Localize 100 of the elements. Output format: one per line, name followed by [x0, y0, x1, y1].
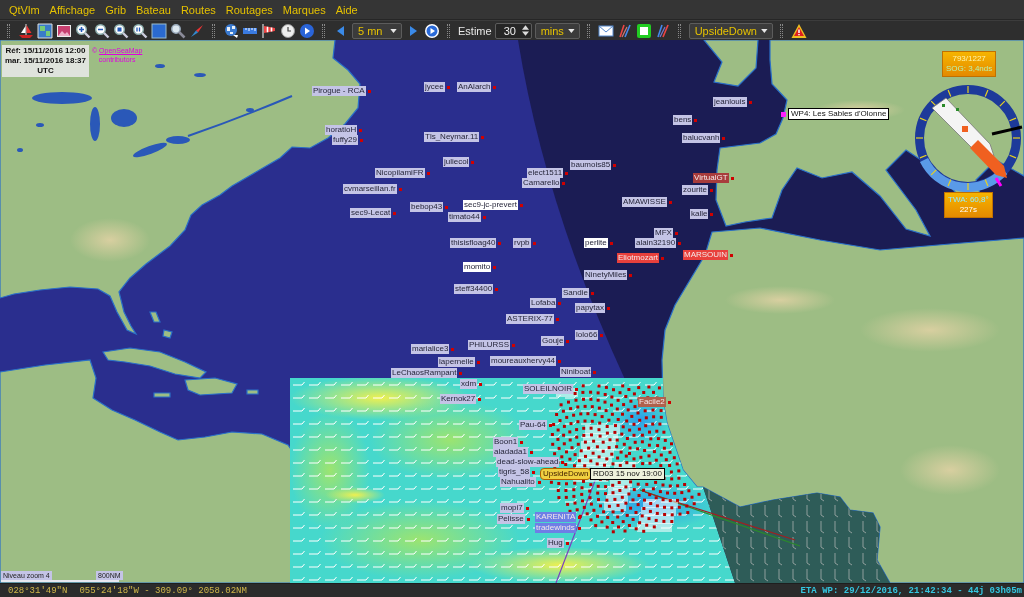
- boat-label: Tls_Neymar.11: [424, 132, 480, 142]
- boat-label: lapernelle: [438, 357, 475, 367]
- boat-label: SOLEILNOIR: [523, 384, 573, 394]
- waypoint-label: WP4: Les Sables d'Olonne: [788, 108, 890, 120]
- clock-icon[interactable]: [280, 22, 296, 39]
- warning-icon[interactable]: [790, 22, 807, 39]
- menu-item[interactable]: Routages: [220, 2, 278, 17]
- route-point-label: RD03 15 nov 19:00: [590, 468, 665, 480]
- picture-icon[interactable]: [56, 22, 72, 39]
- boat-label: mopi7: [500, 503, 524, 513]
- estime-label: Estime: [458, 24, 492, 37]
- boat-label: NinetyMiles: [584, 270, 628, 280]
- boat-label: jeanlouis: [713, 97, 747, 107]
- zoom-fit-icon[interactable]: [113, 22, 129, 39]
- unit-dropdown[interactable]: mins: [534, 22, 580, 39]
- boat-label: alain32190: [635, 238, 677, 248]
- panel-text: TWA: 60,8°: [948, 195, 989, 205]
- cursor-position-text: 055°24'18"W - 309.09° 2058.02NM: [79, 585, 247, 596]
- map-icon[interactable]: [37, 22, 53, 39]
- search-icon[interactable]: [170, 22, 186, 39]
- boat-label: Sandie: [562, 288, 589, 298]
- boat-label: steff34400: [454, 284, 494, 294]
- boat-label: tradewinds: [535, 523, 576, 533]
- boat-label: Kernok27: [440, 394, 477, 404]
- boat-label: NicopilamiFR: [375, 168, 425, 178]
- caret-icon: [390, 28, 397, 33]
- menu-item[interactable]: Grib: [100, 2, 131, 17]
- caret-icon: [761, 28, 768, 33]
- boat-label: MFX: [654, 228, 673, 238]
- spin-arrows-icon: [521, 25, 529, 36]
- wind-vane-icon[interactable]: [616, 22, 633, 39]
- boat-label: aladada1: [493, 447, 528, 457]
- boat-label: Gouje: [541, 336, 565, 346]
- latitude-text: 028°31'49"N: [8, 585, 68, 596]
- waypoint-icon: [781, 112, 786, 117]
- panel-text: 227s: [959, 205, 978, 215]
- boat-label: VirtualGT: [693, 173, 729, 183]
- boat-label: PHILURSS: [468, 340, 510, 350]
- boat-label: rvpb: [513, 238, 531, 248]
- play-icon[interactable]: [424, 22, 440, 39]
- boat-label: fuffy29: [332, 135, 358, 145]
- caret-icon: [567, 28, 575, 33]
- boat-dropdown[interactable]: UpsideDown: [688, 22, 773, 39]
- boat-label: moureauxhervy44: [490, 356, 557, 366]
- windsock-icon[interactable]: [261, 22, 277, 39]
- zoom-in-icon[interactable]: [75, 22, 91, 39]
- boat-label: AnAlarch: [457, 82, 492, 92]
- boat-label: bens: [673, 115, 693, 125]
- estime-spinbox[interactable]: 30: [494, 22, 532, 39]
- boat-label: Lofaba: [530, 298, 557, 308]
- date-text: UTC: [37, 66, 54, 76]
- boat-label: Pelisse: [497, 514, 525, 524]
- boat-label: kalle: [690, 209, 709, 219]
- play-circle-icon[interactable]: [299, 22, 315, 39]
- menu-item[interactable]: Aide: [330, 2, 363, 17]
- boat-label: AMAWISSE: [622, 197, 667, 207]
- boat-label: tigris_58: [498, 467, 531, 477]
- boat-label: horatioH: [325, 125, 358, 135]
- boat-label: elect1511: [527, 168, 564, 178]
- sailboat-icon[interactable]: [18, 22, 34, 39]
- menu-item[interactable]: Marques: [277, 2, 331, 17]
- boat-label: MARSOUIN: [683, 250, 729, 260]
- boat-label: bebop43: [410, 202, 444, 212]
- eta-text: ETA WP: 29/12/2016, 21:42:34 - 44j 03h05m: [800, 585, 1023, 596]
- boat-label: baumois85: [570, 160, 612, 170]
- wind-vane-icon[interactable]: [654, 22, 671, 39]
- date-text: mar. 15/11/2016 18:37: [5, 56, 86, 66]
- menu-item[interactable]: Routes: [175, 2, 221, 17]
- boat-label: juliecol: [443, 157, 470, 167]
- boat-label: timato44: [448, 212, 481, 222]
- menu-item[interactable]: QtVlm: [4, 2, 45, 17]
- menu-item[interactable]: Bateau: [131, 2, 176, 17]
- boat-label: Facile2: [638, 397, 666, 407]
- boat-label: LeChaosRampant: [391, 368, 458, 378]
- boat-label: jycee: [424, 82, 445, 92]
- boat-label: KARENITA: [535, 512, 577, 522]
- menu-item[interactable]: Affichage: [44, 2, 101, 17]
- boat-label: Niniboat: [560, 367, 592, 377]
- mail-icon[interactable]: [597, 22, 614, 39]
- date-text: Réf: 15/11/2016 12:00: [5, 46, 86, 56]
- step-dropdown[interactable]: 5 mn: [352, 22, 402, 39]
- boat-label: xdm: [460, 379, 478, 389]
- boat-label: zourite: [682, 185, 708, 195]
- zoom-icon[interactable]: [132, 22, 148, 39]
- boat-label: Pau-64: [519, 420, 547, 430]
- boat-label: sec9-jc-prevert: [463, 200, 518, 210]
- boat-label: lolo66: [575, 330, 599, 340]
- zoom-out-icon[interactable]: [94, 22, 110, 39]
- boat-label: ASTERIX-77: [506, 314, 554, 324]
- window-icon[interactable]: [635, 22, 652, 39]
- square-icon[interactable]: [151, 22, 167, 39]
- panel-text: 793/1227: [952, 54, 986, 64]
- boat-label: dead-slow-ahead: [496, 457, 560, 467]
- boat-label: sec9-Lecat: [350, 208, 392, 218]
- globe-icon[interactable]: [223, 22, 239, 39]
- boat-label: Nahualito: [500, 477, 536, 487]
- boat-label: thisisfloag40: [450, 238, 497, 248]
- boat-label: Hug: [547, 538, 564, 548]
- boat-label: Camarello: [522, 178, 561, 188]
- own-boat-label: UpsideDown: [540, 468, 592, 480]
